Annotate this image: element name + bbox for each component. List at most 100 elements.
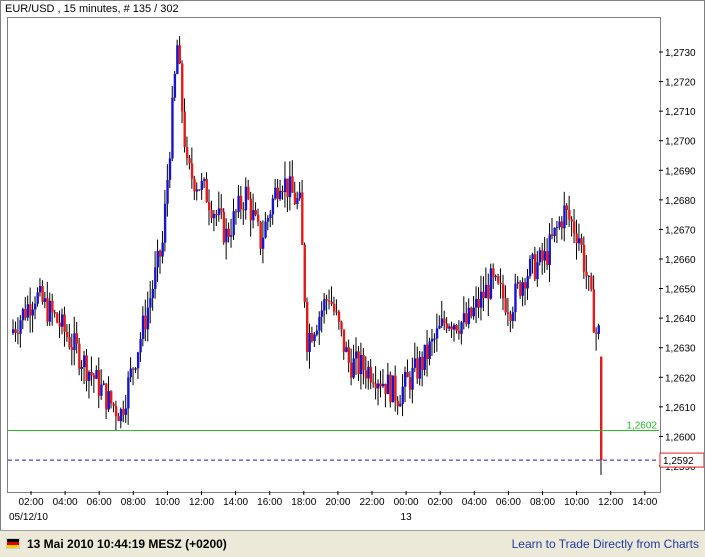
candle-body [183, 111, 186, 148]
candle-body [568, 209, 571, 220]
learn-to-trade-link[interactable]: Learn to Trade Directly from Charts [512, 537, 699, 551]
candle-body [318, 316, 321, 331]
candle-body [36, 292, 39, 304]
candle-body [85, 355, 88, 381]
candle-body [364, 370, 368, 379]
candle-body [203, 179, 206, 181]
candle-body [413, 358, 417, 368]
candle-body [293, 192, 297, 205]
candle-body [506, 312, 510, 315]
candle-body [110, 391, 113, 404]
candle-body [306, 302, 309, 352]
candle-body [53, 312, 57, 314]
candle-body [470, 307, 473, 317]
candle-body [220, 208, 223, 212]
candle-body [411, 367, 414, 390]
candle-body [573, 221, 576, 234]
candle-body [462, 313, 466, 323]
candle-body [56, 313, 59, 323]
candle-body [502, 284, 505, 299]
candle-body [286, 178, 289, 198]
candle-body [421, 356, 424, 370]
candle-body [590, 275, 593, 290]
candle-body [168, 158, 172, 180]
y-tick-label: 1,2690 [665, 166, 696, 177]
candle-body [401, 386, 404, 404]
candle-body [524, 282, 527, 289]
candle-body [315, 330, 319, 335]
candle-body [509, 314, 512, 322]
candle-body [144, 315, 147, 330]
candle-body [127, 377, 130, 409]
candle-body [149, 298, 152, 308]
candle-body [369, 366, 373, 383]
candle-body [237, 195, 240, 213]
candle-body [105, 383, 108, 410]
candle-body [139, 338, 142, 353]
candle-body [546, 251, 549, 265]
candle-body [443, 318, 446, 324]
candle-body [166, 179, 169, 204]
date-label: 13 [401, 512, 413, 523]
candle-body [61, 314, 64, 327]
candle-body [68, 337, 71, 348]
candle-body [597, 325, 600, 334]
candle-body [528, 259, 532, 277]
candle-body [244, 186, 248, 211]
status-datetime: 13 Mai 2010 10:44:19 MESZ (+0200) [27, 537, 227, 551]
x-tick-label: 02:00 [428, 497, 453, 508]
candle-body [357, 351, 360, 375]
candle-body [352, 358, 355, 378]
candle-body [97, 370, 101, 396]
candle-body [65, 331, 69, 338]
candle-body [340, 321, 343, 330]
candle-body [298, 192, 302, 199]
candle-body [558, 221, 561, 228]
candle-body [87, 371, 91, 381]
candle-body [330, 301, 333, 305]
candle-body [161, 242, 164, 257]
candle-body [239, 195, 243, 210]
candle-body [107, 391, 110, 410]
candle-body [440, 318, 444, 326]
candle-body [188, 158, 191, 164]
candle-body [433, 338, 436, 340]
candle-body [479, 291, 483, 308]
candle-body [259, 221, 262, 249]
x-tick-label: 02:00 [18, 497, 43, 508]
candle-body [310, 332, 314, 342]
candle-body [296, 198, 299, 205]
y-tick-label: 1,2720 [665, 78, 696, 89]
y-tick-label: 1,2700 [665, 137, 696, 148]
candle-body [249, 198, 253, 221]
candle-body [504, 298, 507, 313]
y-tick-label: 1,2630 [665, 344, 696, 355]
candle-body [347, 347, 351, 363]
candle-body [600, 356, 603, 461]
candle-body [575, 233, 578, 244]
candle-body [48, 300, 52, 322]
candle-body [156, 250, 159, 268]
candle-body [34, 303, 37, 310]
candle-body [592, 289, 596, 333]
y-tick-label: 1,2670 [665, 225, 696, 236]
candle-body [487, 284, 490, 299]
candle-body [46, 298, 49, 322]
candle-body [313, 334, 316, 342]
candle-body [112, 403, 115, 407]
candle-body [389, 374, 392, 403]
y-tick-label: 1,2660 [665, 255, 696, 266]
x-tick-label: 10:00 [564, 497, 589, 508]
candle-body [350, 362, 353, 378]
candle-body [355, 351, 358, 359]
candle-body [291, 176, 294, 193]
candle-body [553, 227, 556, 237]
x-tick-label: 14:00 [632, 497, 657, 508]
candle-body [29, 304, 32, 316]
x-tick-label: 20:00 [325, 497, 350, 508]
candle-body [377, 383, 380, 389]
y-tick-label: 1,2710 [665, 107, 696, 118]
candle-body [565, 205, 569, 210]
x-tick-label: 12:00 [189, 497, 214, 508]
candle-body [416, 358, 419, 379]
